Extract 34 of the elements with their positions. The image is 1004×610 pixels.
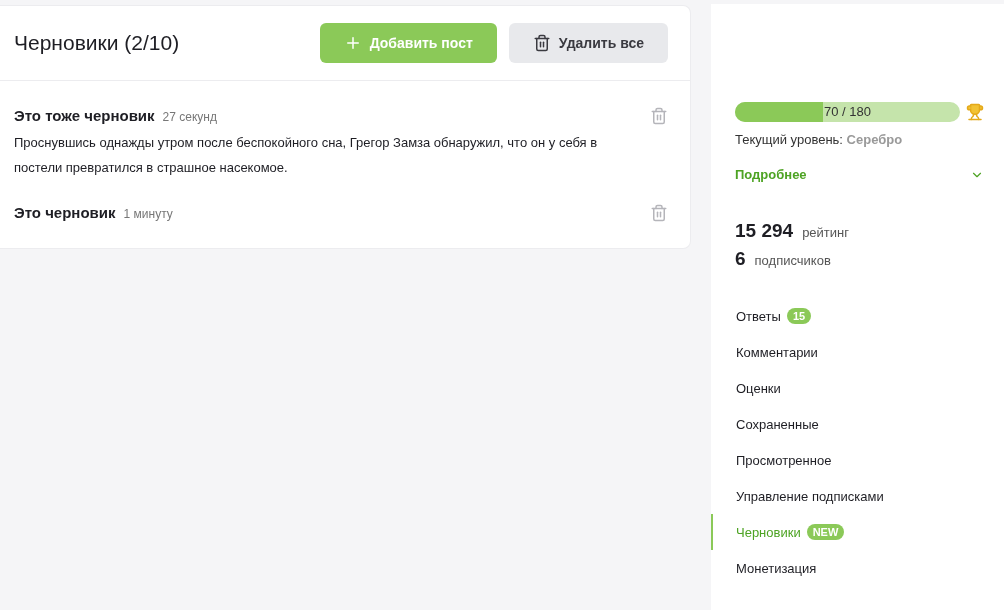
nav-label: Просмотренное — [736, 452, 832, 468]
nav-badge: 15 — [786, 308, 812, 324]
delete-icon[interactable] — [650, 204, 668, 222]
delete-icon[interactable] — [650, 107, 668, 125]
nav-item[interactable]: Управление подписками — [711, 478, 1004, 514]
nav-label: Сохраненные — [736, 416, 819, 432]
current-level: Текущий уровень: Серебро — [735, 132, 904, 147]
nav-label: Черновики — [736, 524, 801, 540]
nav-item[interactable]: Монетизация — [711, 550, 1004, 586]
nav-item[interactable]: Просмотренное — [711, 442, 1004, 478]
nav-label: Монетизация — [736, 560, 817, 576]
progress-reading: 70 / 180 — [823, 104, 872, 119]
draft-title[interactable]: Это тоже черновик — [14, 107, 155, 124]
nav-item[interactable]: Ответы 15 — [711, 298, 1004, 334]
draft-title[interactable]: Это черновик — [14, 204, 116, 221]
nav-badge: NEW — [806, 524, 845, 540]
nav-label: Управление подписками — [736, 488, 884, 504]
delete-all-button[interactable]: Удалить все — [508, 23, 668, 63]
stat-label: рейтинг — [802, 225, 849, 240]
nav-item[interactable]: Сохраненные — [711, 406, 1004, 442]
draft-text: Проснувшись однажды утром после беспокойного сна, Грегор Замза обнаружил, что он у себя в постели превратился в страшное насекомое. — [14, 134, 599, 177]
stat-value: 15 294 — [735, 220, 794, 242]
draft-time: 1 минуту — [123, 207, 173, 221]
nav-label: Комментарии — [736, 344, 818, 360]
nav-item[interactable]: Комментарии — [711, 334, 1004, 370]
draft-time: 27 секунд — [162, 110, 217, 124]
trash-icon — [532, 34, 551, 52]
stat-label: подписчиков — [754, 253, 831, 268]
nav-item[interactable]: Оценки — [711, 370, 1004, 406]
drafts-title: Черновики (2/10) — [14, 31, 181, 55]
nav-label: Оценки — [736, 380, 781, 396]
trophy-icon — [966, 103, 984, 121]
nav-label: Ответы — [736, 308, 781, 324]
stat-value: 6 — [735, 248, 746, 270]
